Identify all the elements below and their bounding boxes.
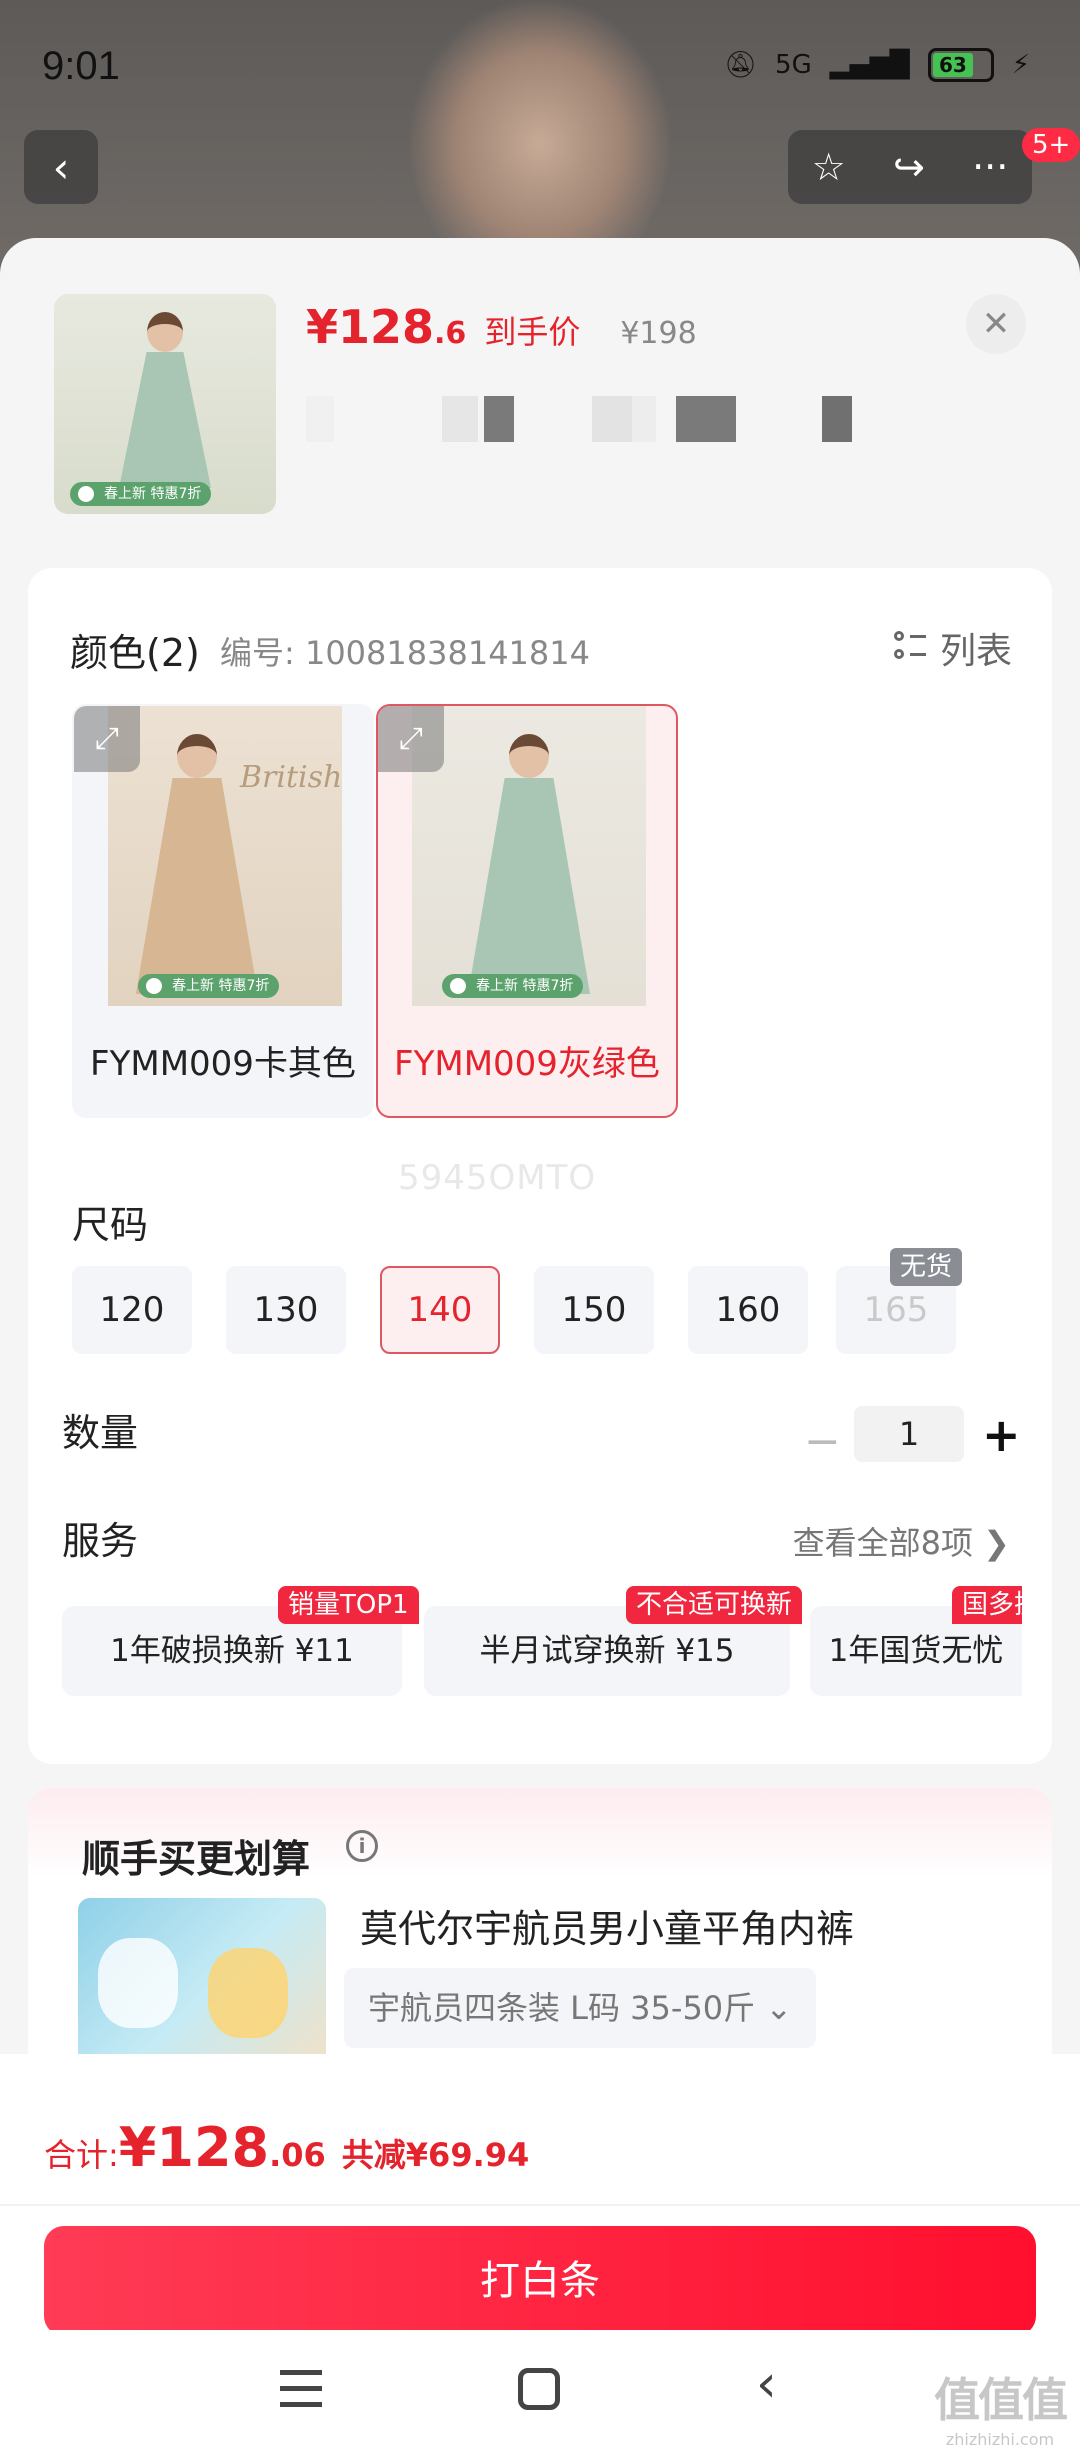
redacted-info: [306, 396, 1022, 442]
bundle-title: 顺手买更划算: [82, 1837, 311, 1881]
service-tag: 不合适可换新: [626, 1586, 803, 1624]
expand-icon[interactable]: ⤢: [74, 706, 140, 772]
site-watermark-logo: 值值值: [934, 2373, 1068, 2427]
brand-script-text: British: [240, 760, 343, 795]
original-price: ¥198: [620, 316, 697, 351]
total-saved: 共减¥69.94: [341, 2136, 530, 2174]
site-watermark: 值值值 zhizhizhi.com: [934, 2364, 1068, 2449]
color-option-label: FYMM009灰绿色: [394, 1044, 660, 1084]
divider: [0, 2204, 1080, 2206]
options-card: 颜色(2) 编号: 10081838141814 列表 British 春上新 …: [28, 568, 1052, 1764]
color-option-graygreen[interactable]: 春上新 特惠7折 ⤢ FYMM009灰绿色: [376, 704, 678, 1118]
promo-pill: 春上新 特惠7折: [138, 974, 280, 998]
color-option-khaki[interactable]: British 春上新 特惠7折 ⤢ FYMM009卡其色: [72, 704, 374, 1118]
charging-icon: ⚡︎: [1011, 50, 1030, 80]
price-decimal: .6: [434, 316, 467, 351]
watermark-text: 5945OMTO: [398, 1158, 597, 1198]
close-button[interactable]: ✕: [966, 294, 1026, 354]
promo-pill: 春上新 特惠7折: [442, 974, 584, 998]
info-icon[interactable]: i: [346, 1830, 378, 1862]
view-all-services-link[interactable]: 查看全部8项 ❯: [793, 1518, 1010, 1564]
expand-icon[interactable]: ⤢: [378, 706, 444, 772]
mute-icon: 🔕︎: [724, 50, 758, 80]
service-section-title: 服务: [62, 1519, 139, 1563]
sku-code: 编号: 10081838141814: [220, 634, 590, 672]
service-tag: 销量TOP1: [278, 1586, 419, 1624]
close-icon: ✕: [981, 304, 1011, 344]
size-option-130[interactable]: 130: [226, 1266, 346, 1354]
status-bar: 9:01 🔕︎ 5G ▂▄▆█ 63 ⚡︎: [0, 0, 1080, 130]
sku-selector-sheet: 春上新 特惠7折 ¥128.6 到手价 ¥198 ✕ 颜色(2) 编号: 100…: [0, 238, 1080, 2460]
figure-coat: [468, 778, 590, 994]
product-figure: [454, 734, 604, 994]
service-tag: 国多换: [952, 1586, 1022, 1624]
color-option-label: FYMM009卡其色: [90, 1044, 356, 1084]
quantity-section-title: 数量: [62, 1411, 139, 1455]
figure-coat: [119, 352, 211, 488]
favorite-star-icon[interactable]: ☆: [812, 145, 846, 189]
battery-icon: 63: [927, 48, 994, 82]
back-button[interactable]: ‹: [24, 130, 98, 204]
quantity-increase-button[interactable]: +: [982, 1408, 1021, 1462]
status-time: 9:01: [42, 44, 120, 88]
figure-head: [176, 734, 217, 778]
total-decimal: .06: [269, 2136, 326, 2174]
total-label: 合计:: [44, 2136, 119, 2174]
size-option-120[interactable]: 120: [72, 1266, 192, 1354]
selected-product-thumbnail[interactable]: 春上新 特惠7折: [54, 294, 276, 514]
chevron-left-icon: ‹: [52, 142, 70, 192]
system-nav-bar: ‹: [0, 2330, 1080, 2460]
bundle-spec-select[interactable]: 宇航员四条装 L码 35-50斤 ⌄: [344, 1968, 817, 2048]
notification-badge: 5+: [1022, 128, 1080, 162]
color-option-image: 春上新 特惠7折: [412, 706, 646, 1006]
figure-head: [509, 734, 549, 778]
price-row: ¥128.6 到手价 ¥198: [306, 300, 697, 354]
promo-pill: 春上新 特惠7折: [70, 482, 212, 506]
quantity-input[interactable]: 1: [854, 1406, 964, 1462]
size-option-140[interactable]: 140: [380, 1266, 500, 1354]
site-watermark-url: zhizhizhi.com: [945, 2430, 1055, 2449]
bundle-card: 顺手买更划算 i 莫代尔宇航员男小童平角内裤 宇航员四条装 L码 35-50斤 …: [28, 1788, 1052, 2088]
top-action-bar: ☆ ↪︎ ···: [788, 130, 1032, 204]
list-icon: [893, 631, 926, 665]
price-label: 到手价: [484, 313, 581, 351]
menu-icon[interactable]: [280, 2370, 322, 2408]
total-row: 合计: ¥128 .06 共减¥69.94: [44, 2116, 529, 2179]
color-section-title: 颜色(2): [70, 631, 200, 675]
price-main: ¥128: [306, 300, 435, 354]
total-main: ¥128: [118, 2116, 270, 2179]
home-icon[interactable]: [518, 2368, 560, 2410]
figure-coat: [135, 778, 258, 994]
share-icon[interactable]: ↪︎: [893, 145, 925, 189]
product-figure: [105, 312, 225, 488]
soldout-tag: 无货: [890, 1248, 963, 1286]
quantity-decrease-button[interactable]: −: [804, 1416, 841, 1467]
size-option-150[interactable]: 150: [534, 1266, 654, 1354]
pay-button[interactable]: 打白条: [44, 2226, 1036, 2336]
signal-label: 5G: [775, 50, 812, 80]
color-option-image: British 春上新 特惠7折: [108, 706, 342, 1006]
back-arrow-icon[interactable]: ‹: [756, 2354, 777, 2414]
battery-level: 63: [932, 53, 974, 77]
status-icons: 🔕︎ 5G ▂▄▆█ 63 ⚡︎: [724, 48, 1030, 82]
list-view-toggle[interactable]: 列表: [893, 622, 1012, 674]
size-section-title: 尺码: [72, 1203, 149, 1247]
bundle-product-name[interactable]: 莫代尔宇航员男小童平角内裤: [360, 1898, 854, 1953]
list-toggle-label: 列表: [939, 631, 1012, 672]
size-option-160[interactable]: 160: [688, 1266, 808, 1354]
signal-icon: ▂▄▆█: [829, 50, 910, 80]
figure-head: [147, 312, 183, 352]
more-icon[interactable]: ···: [972, 145, 1008, 189]
